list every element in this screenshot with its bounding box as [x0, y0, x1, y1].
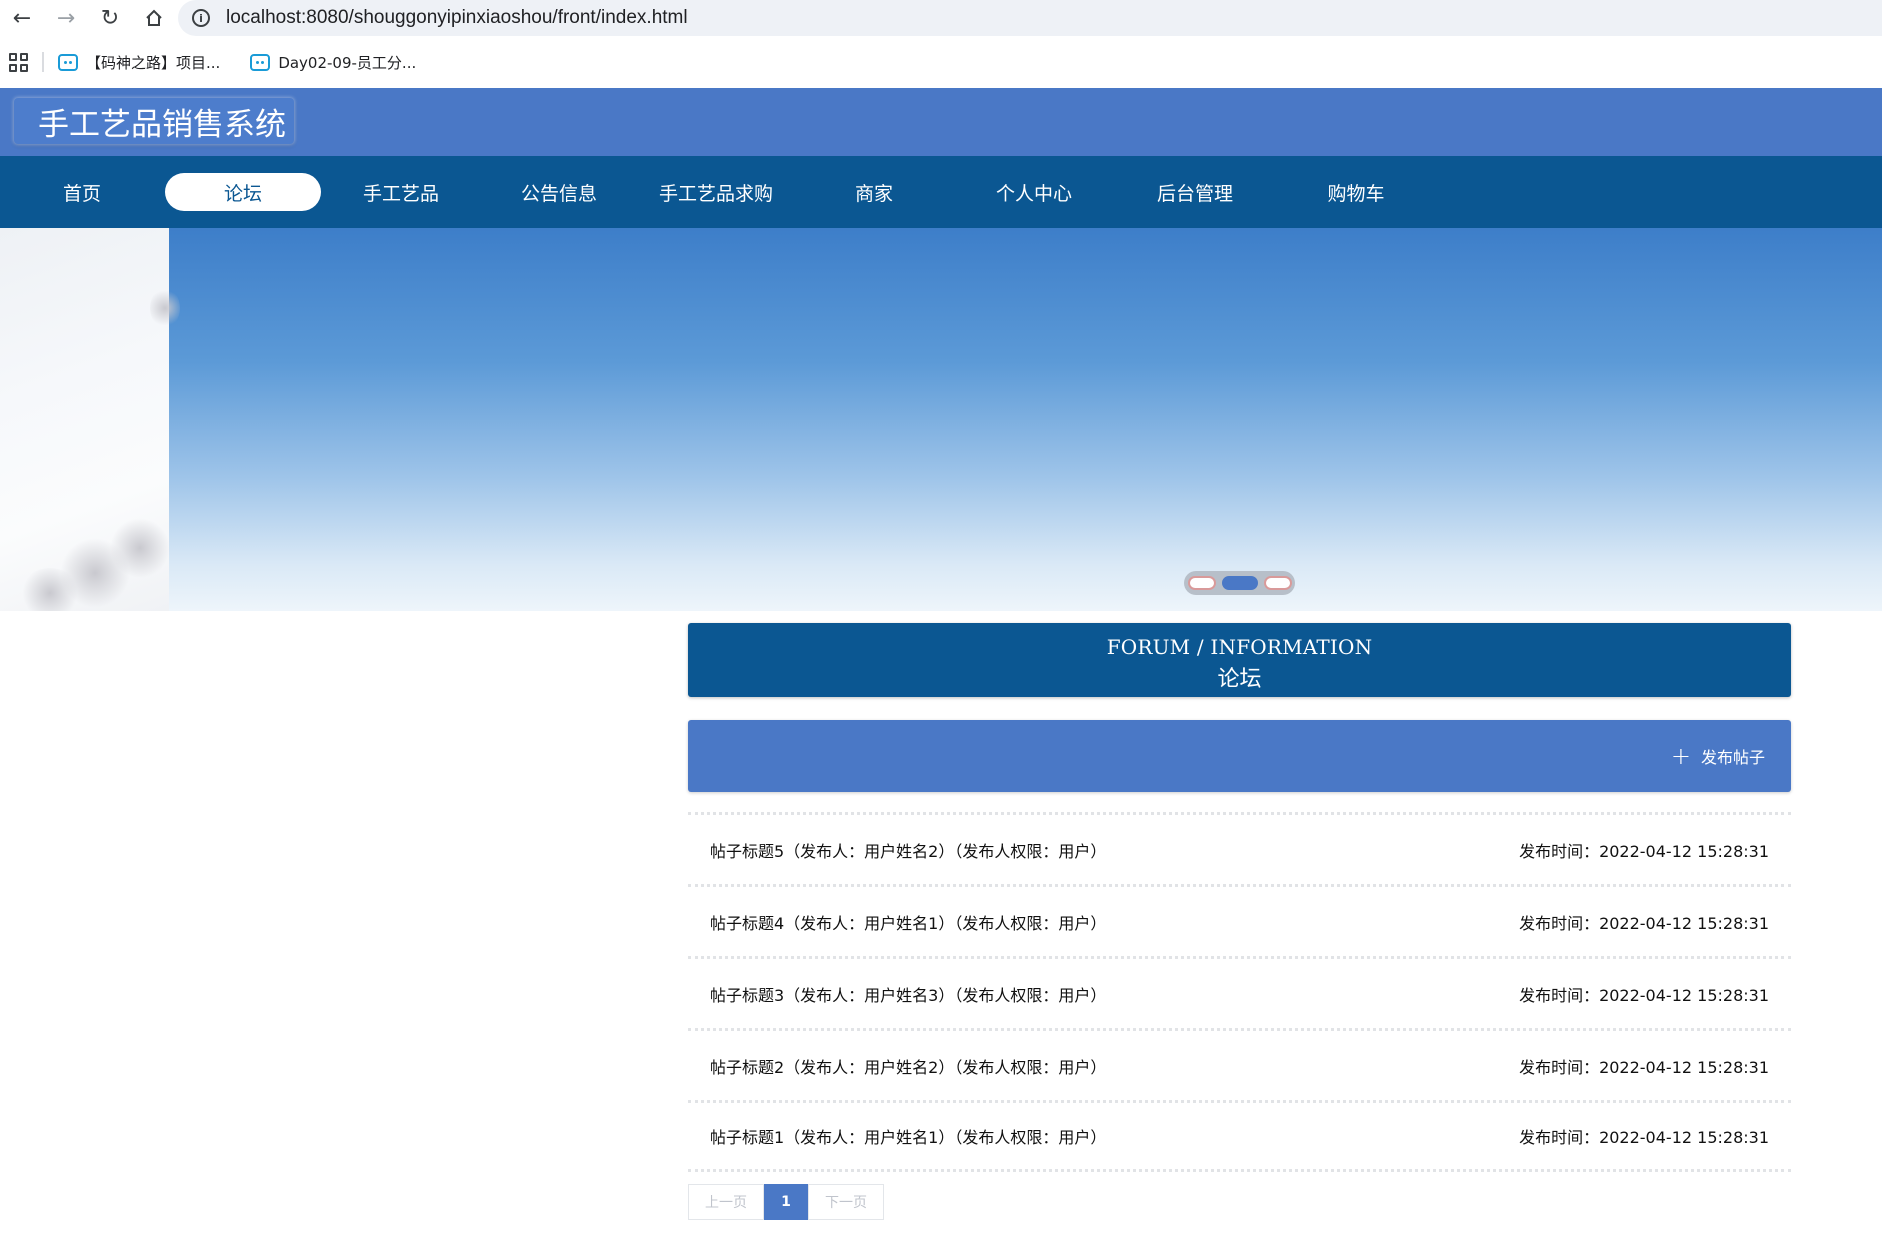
- address-bar[interactable]: i localhost:8080/shouggonyipinxiaoshou/f…: [178, 0, 1882, 36]
- bookmark-item-2[interactable]: Day02-09-员工分...: [250, 52, 416, 73]
- site-title[interactable]: 手工艺品销售系统: [14, 98, 294, 144]
- back-arrow-icon[interactable]: ←: [0, 0, 44, 36]
- next-page-button[interactable]: 下一页: [808, 1184, 884, 1220]
- info-icon[interactable]: i: [192, 9, 210, 27]
- banner-carousel[interactable]: [0, 228, 1882, 611]
- forum-title-en: FORUM / INFORMATION: [1106, 635, 1373, 659]
- post-title: 帖子标题1（发布人：用户姓名1）（发布人权限：用户）: [710, 1128, 1107, 1147]
- forum-action-bar: + 发布帖子: [688, 720, 1791, 792]
- carousel-dot-1[interactable]: [1187, 576, 1216, 590]
- nav-item-admin[interactable]: 后台管理: [1117, 173, 1273, 211]
- nav-item-personal-center[interactable]: 个人中心: [956, 173, 1112, 211]
- bookmark-label: Day02-09-员工分...: [278, 53, 417, 72]
- post-row[interactable]: 帖子标题2（发布人：用户姓名2）（发布人权限：用户） 发布时间：2022-04-…: [688, 1028, 1791, 1100]
- main-nav: 首页 论坛 手工艺品 公告信息 手工艺品求购 商家 个人中心 后台管理 购物车: [0, 156, 1882, 228]
- post-title: 帖子标题4（发布人：用户姓名1）（发布人权限：用户）: [710, 913, 1107, 933]
- post-time: 发布时间：2022-04-12 15:28:31: [1519, 985, 1769, 1005]
- post-title: 帖子标题2（发布人：用户姓名2）（发布人权限：用户）: [710, 1057, 1107, 1077]
- bilibili-icon: [250, 53, 271, 71]
- post-row[interactable]: 帖子标题4（发布人：用户姓名1）（发布人权限：用户） 发布时间：2022-04-…: [688, 884, 1791, 956]
- pagination: 上一页 1 下一页: [688, 1184, 884, 1220]
- nav-item-announcements[interactable]: 公告信息: [481, 173, 637, 211]
- bookmark-label: 【码神之路】项目...: [86, 53, 221, 72]
- post-row[interactable]: 帖子标题3（发布人：用户姓名3）（发布人权限：用户） 发布时间：2022-04-…: [688, 956, 1791, 1028]
- forum-section-title: FORUM / INFORMATION 论坛: [688, 623, 1791, 697]
- post-time: 发布时间：2022-04-12 15:28:31: [1519, 1128, 1769, 1147]
- bookmark-item-1[interactable]: 【码神之路】项目...: [58, 52, 220, 73]
- url-text: localhost:8080/shouggonyipinxiaoshou/fro…: [226, 7, 688, 28]
- nav-item-cart[interactable]: 购物车: [1278, 173, 1434, 211]
- browser-toolbar: ← → ↻ i localhost:8080/shouggonyipinxiao…: [0, 0, 1882, 36]
- prev-page-button[interactable]: 上一页: [688, 1184, 764, 1220]
- post-row[interactable]: 帖子标题5（发布人：用户姓名2）（发布人权限：用户） 发布时间：2022-04-…: [688, 812, 1791, 884]
- carousel-dot-3[interactable]: [1263, 576, 1292, 590]
- bookmarks-bar: 【码神之路】项目... Day02-09-员工分...: [0, 36, 1882, 88]
- carousel-indicators: [1184, 571, 1295, 595]
- bookmark-separator: [42, 52, 44, 72]
- plus-icon: +: [1670, 742, 1691, 770]
- nav-item-purchase-requests[interactable]: 手工艺品求购: [638, 173, 794, 211]
- nav-item-handicrafts[interactable]: 手工艺品: [323, 173, 479, 211]
- nav-item-home[interactable]: 首页: [4, 173, 160, 211]
- nav-item-merchants[interactable]: 商家: [796, 173, 952, 211]
- page-number-button[interactable]: 1: [764, 1184, 808, 1220]
- carousel-dot-2[interactable]: [1221, 576, 1258, 590]
- post-time: 发布时间：2022-04-12 15:28:31: [1519, 913, 1769, 933]
- apps-grid-icon[interactable]: [4, 48, 32, 76]
- post-title: 帖子标题3（发布人：用户姓名3）（发布人权限：用户）: [710, 985, 1107, 1005]
- site-header: 手工艺品销售系统: [0, 88, 1882, 156]
- forward-arrow-icon[interactable]: →: [44, 0, 88, 36]
- post-title: 帖子标题5（发布人：用户姓名2）（发布人权限：用户）: [710, 841, 1107, 861]
- nav-item-forum[interactable]: 论坛: [165, 173, 321, 211]
- post-list: 帖子标题5（发布人：用户姓名2）（发布人权限：用户） 发布时间：2022-04-…: [688, 812, 1791, 1172]
- forum-title-cn: 论坛: [1217, 667, 1262, 692]
- post-row[interactable]: 帖子标题1（发布人：用户姓名1）（发布人权限：用户） 发布时间：2022-04-…: [688, 1100, 1791, 1172]
- publish-post-label: 发布帖子: [1700, 748, 1765, 767]
- publish-post-button[interactable]: + 发布帖子: [1671, 740, 1765, 772]
- home-icon[interactable]: [132, 0, 176, 36]
- post-time: 发布时间：2022-04-12 15:28:31: [1519, 841, 1769, 861]
- reload-icon[interactable]: ↻: [88, 0, 132, 36]
- banner-side-image: [0, 228, 180, 611]
- bilibili-icon: [58, 53, 78, 71]
- post-time: 发布时间：2022-04-12 15:28:31: [1519, 1057, 1769, 1077]
